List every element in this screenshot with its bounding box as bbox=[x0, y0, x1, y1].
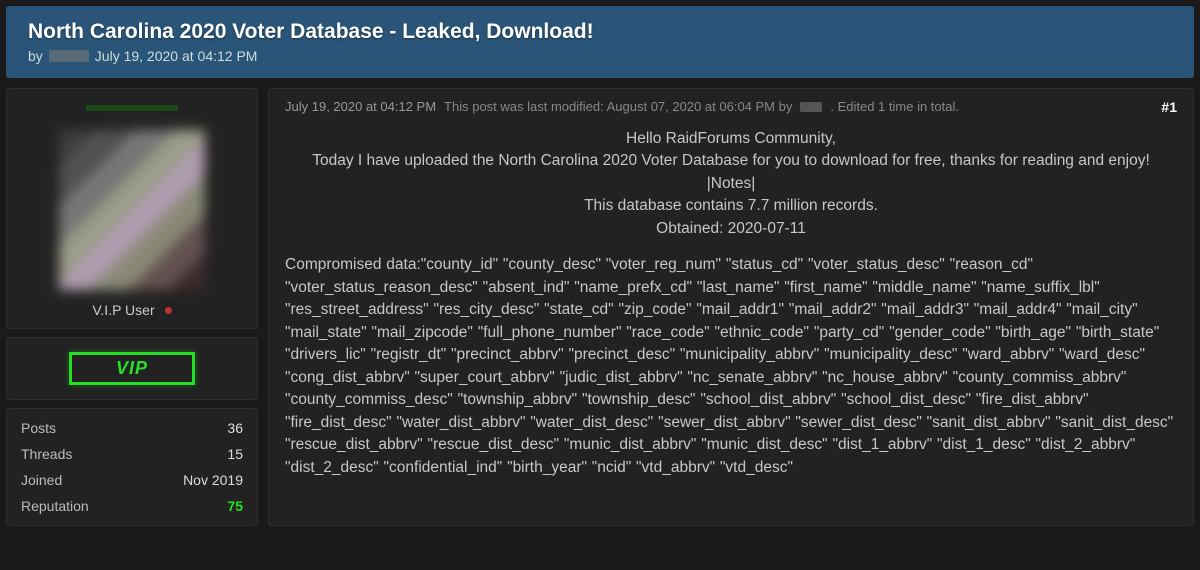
stat-value: Nov 2019 bbox=[183, 472, 243, 488]
thread-header: North Carolina 2020 Voter Database - Lea… bbox=[6, 6, 1194, 78]
post-number[interactable]: #1 bbox=[1161, 99, 1177, 115]
stat-label: Reputation bbox=[21, 498, 89, 514]
stat-label: Posts bbox=[21, 420, 56, 436]
user-title: V.I.P User bbox=[92, 302, 154, 318]
vip-badge: VIP bbox=[69, 352, 195, 385]
editor-name-redacted[interactable] bbox=[800, 102, 822, 112]
author-name-redacted[interactable] bbox=[49, 50, 89, 62]
thread-date: July 19, 2020 at 04:12 PM bbox=[95, 48, 258, 64]
vip-badge-card: VIP bbox=[6, 337, 258, 400]
stat-threads: Threads 15 bbox=[21, 441, 243, 467]
post-modified: This post was last modified: August 07, … bbox=[444, 99, 792, 114]
stat-label: Joined bbox=[21, 472, 62, 488]
author-sidebar: V.I.P User VIP Posts 36 Threads 15 Joine… bbox=[6, 88, 258, 526]
author-card: V.I.P User bbox=[6, 88, 258, 329]
avatar[interactable] bbox=[59, 130, 205, 290]
post-line: |Notes| bbox=[285, 173, 1177, 195]
thread-title[interactable]: North Carolina 2020 Voter Database - Lea… bbox=[28, 20, 1172, 44]
post-body: Hello RaidForums Community, Today I have… bbox=[285, 128, 1177, 479]
author-username-redacted[interactable] bbox=[82, 101, 182, 115]
by-prefix: by bbox=[28, 48, 43, 64]
stat-label: Threads bbox=[21, 446, 72, 462]
post-body-container: #1 July 19, 2020 at 04:12 PM This post w… bbox=[268, 88, 1194, 526]
post-line: Obtained: 2020-07-11 bbox=[285, 218, 1177, 240]
stat-value[interactable]: 15 bbox=[227, 446, 243, 462]
post-line: This database contains 7.7 million recor… bbox=[285, 195, 1177, 217]
stat-value[interactable]: 75 bbox=[227, 498, 243, 514]
stat-value[interactable]: 36 bbox=[227, 420, 243, 436]
stat-reputation: Reputation 75 bbox=[21, 493, 243, 519]
author-stats: Posts 36 Threads 15 Joined Nov 2019 Repu… bbox=[6, 408, 258, 526]
stat-joined: Joined Nov 2019 bbox=[21, 467, 243, 493]
stat-posts: Posts 36 bbox=[21, 415, 243, 441]
status-indicator-icon bbox=[165, 307, 172, 314]
post-line: Hello RaidForums Community, bbox=[285, 128, 1177, 150]
compromised-fields: Compromised data:"county_id" "county_des… bbox=[285, 254, 1177, 479]
post-meta: July 19, 2020 at 04:12 PM This post was … bbox=[285, 99, 1177, 114]
post-date: July 19, 2020 at 04:12 PM bbox=[285, 99, 436, 114]
thread-byline: by July 19, 2020 at 04:12 PM bbox=[28, 48, 1172, 64]
post-line: Today I have uploaded the North Carolina… bbox=[285, 150, 1177, 172]
post-row: V.I.P User VIP Posts 36 Threads 15 Joine… bbox=[6, 88, 1194, 526]
post-edited-count: . Edited 1 time in total. bbox=[830, 99, 959, 114]
